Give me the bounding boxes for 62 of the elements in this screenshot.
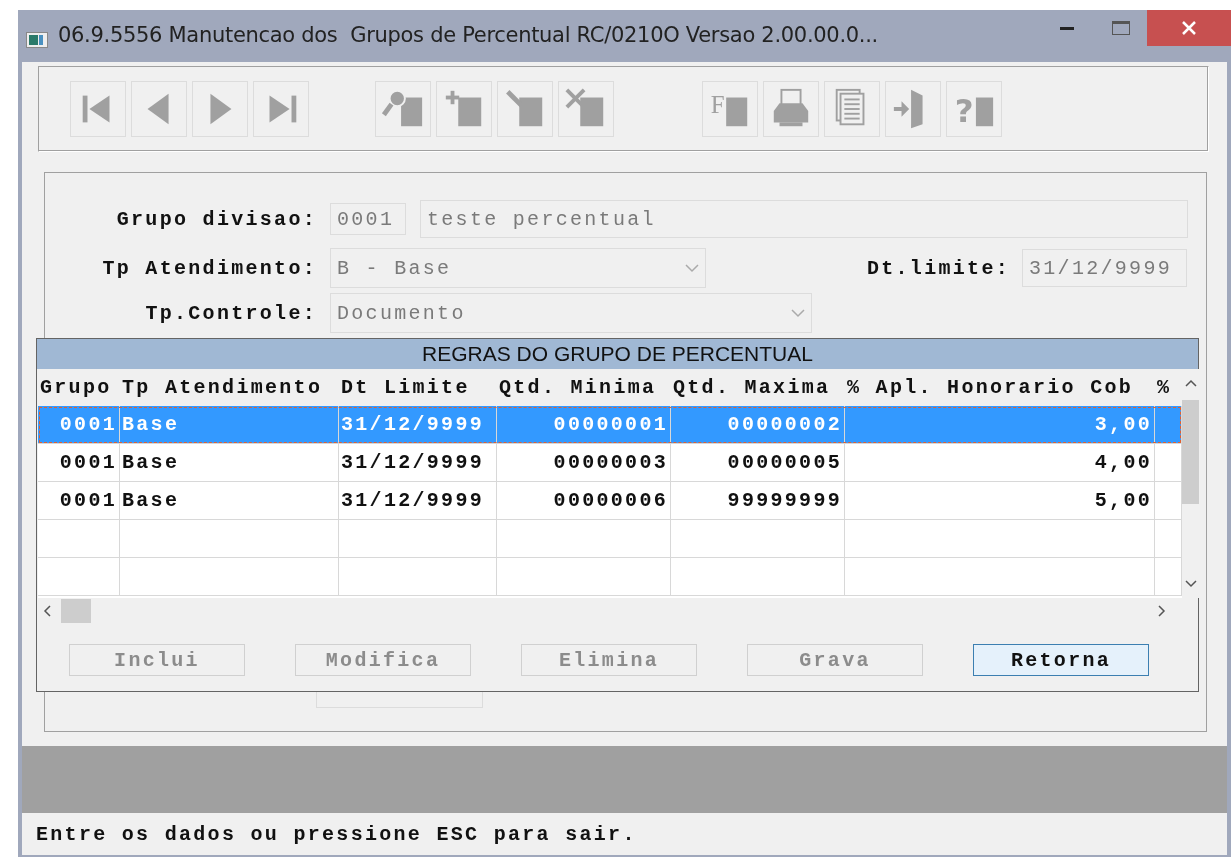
table-row[interactable]: 0001 Base 31/12/9999 00000006 99999999 5,00 <box>38 482 1182 520</box>
scroll-right-icon <box>1158 605 1166 617</box>
close-button[interactable] <box>1147 10 1231 46</box>
app-icon <box>26 32 48 48</box>
toolbar-button[interactable] <box>70 81 126 137</box>
table-cell: 31/12/9999 <box>339 444 497 481</box>
maximize-icon <box>1112 21 1130 35</box>
table-cell: 31/12/9999 <box>339 482 497 519</box>
field-label: Grupo divisao: <box>115 207 317 231</box>
table-cell: 00000002 <box>671 406 845 443</box>
toolbar-button[interactable]: ? <box>946 81 1002 137</box>
caret-icon <box>791 308 805 318</box>
toolbar-button[interactable] <box>824 81 880 137</box>
table-cell: 00000005 <box>671 444 845 481</box>
scroll-left-icon <box>43 605 51 617</box>
table-cell: 00000006 <box>497 482 671 519</box>
field-label: Tp.Controle: <box>144 301 317 325</box>
table-cell: 0001 <box>38 444 120 481</box>
toolbar-button[interactable] <box>131 81 187 137</box>
table-cell: 31/12/9999 <box>339 406 497 443</box>
toolbar-button[interactable] <box>436 81 492 137</box>
scroll-up-icon <box>1184 379 1197 387</box>
table-row[interactable]: 0001 Base 31/12/9999 00000001 00000002 3,00 <box>38 406 1182 444</box>
scroll-down-icon <box>1184 580 1197 588</box>
field-label: Dt.limite: <box>866 256 1010 280</box>
column-header[interactable]: % Apl. Honorario Cob <box>845 369 1155 406</box>
toolbar-button[interactable] <box>253 81 309 137</box>
table-cell: 00000003 <box>497 444 671 481</box>
toolbar-button[interactable] <box>375 81 431 137</box>
action-button[interactable]: Retorna <box>973 644 1149 676</box>
toolbar-button[interactable] <box>885 81 941 137</box>
table-cell: Base <box>120 444 339 481</box>
table-cell: 0001 <box>38 482 120 519</box>
caret-icon <box>685 263 699 273</box>
column-header[interactable]: Tp Atendimento <box>120 369 339 406</box>
toolbar-button[interactable]: F <box>702 81 758 137</box>
table-cell: Base <box>120 406 339 443</box>
toolbar-button[interactable] <box>497 81 553 137</box>
minimize-icon <box>1060 26 1074 30</box>
table-cell: 5,00 <box>845 482 1155 519</box>
field-label: Tp Atendimento: <box>101 256 317 280</box>
dialog-title: REGRAS DO GRUPO DE PERCENTUAL <box>37 339 1198 369</box>
scrollbar-thumb[interactable] <box>61 599 91 623</box>
table-row[interactable]: 0001 Base 31/12/9999 00000003 00000005 4,00 <box>38 444 1182 482</box>
column-header[interactable]: Qtd. Maxima <box>671 369 845 406</box>
column-header[interactable]: Grupo <box>38 369 120 406</box>
toolbar-button[interactable] <box>763 81 819 137</box>
column-header[interactable]: % <box>1155 369 1182 406</box>
column-header[interactable]: Dt Limite <box>339 369 497 406</box>
table-cell: 00000001 <box>497 406 671 443</box>
status-message: Entre os dados ou pressione ESC para sair. <box>36 822 637 846</box>
toolbar-button[interactable] <box>192 81 248 137</box>
table-cell: 4,00 <box>845 444 1155 481</box>
table-cell: 0001 <box>38 406 120 443</box>
scrollbar-thumb[interactable] <box>1182 400 1199 504</box>
column-header[interactable]: Qtd. Minima <box>497 369 671 406</box>
table-cell: 3,00 <box>845 406 1155 443</box>
table-cell: Base <box>120 482 339 519</box>
table-cell: 99999999 <box>671 482 845 519</box>
window-title: 06.9.5556 Manutencao dos Grupos de Percentual RC/0210O Versao 2.00.00.0... <box>58 23 878 47</box>
close-icon <box>1181 20 1197 36</box>
toolbar-button[interactable] <box>558 81 614 137</box>
